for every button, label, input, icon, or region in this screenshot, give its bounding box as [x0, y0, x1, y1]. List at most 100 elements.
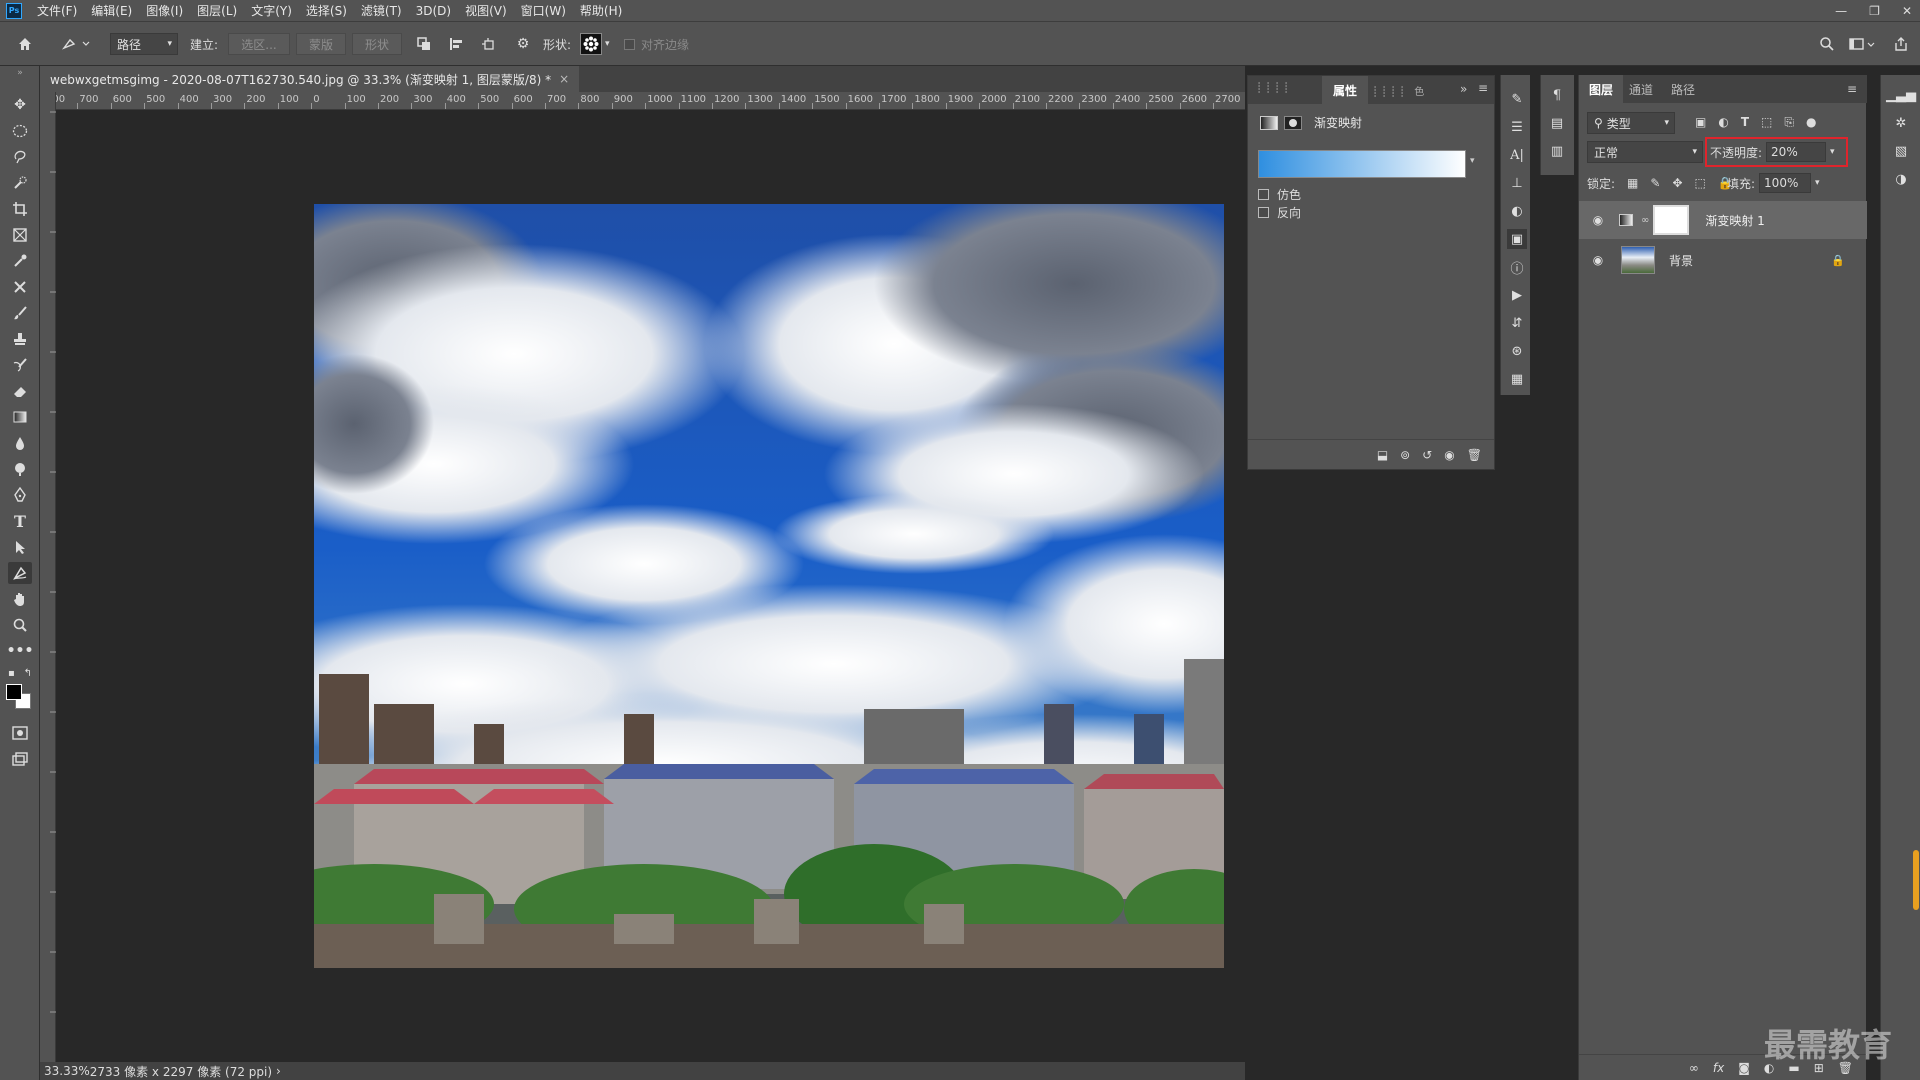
view-previous-state-icon[interactable]: ⊚ — [1400, 448, 1410, 462]
clone-stamp-tool-icon[interactable] — [8, 328, 32, 350]
fill-input[interactable]: 100% — [1759, 173, 1812, 193]
eyedropper-tool-icon[interactable] — [8, 250, 32, 272]
dodge-tool-icon[interactable] — [8, 458, 32, 480]
blur-tool-icon[interactable] — [8, 432, 32, 454]
layer-mask-icon[interactable] — [1284, 115, 1302, 130]
pen-tool-icon[interactable] — [8, 484, 32, 506]
document-tab[interactable]: webwxgetmsgimg - 2020-08-07T162730.540.j… — [40, 66, 580, 92]
chevron-right-icon[interactable]: › — [276, 1064, 281, 1078]
layer-name[interactable]: 渐变映射 1 — [1705, 212, 1764, 229]
freeform-pen-tool-icon[interactable] — [8, 562, 32, 584]
make-shape-button[interactable]: 形状 — [352, 33, 402, 55]
menu-image[interactable]: 图像(I) — [139, 2, 190, 19]
make-selection-button[interactable]: 选区... — [228, 33, 290, 55]
marquee-tool-icon[interactable] — [8, 120, 32, 142]
clone-source-icon[interactable]: ⊥ — [1507, 173, 1527, 193]
add-mask-icon[interactable]: ◙ — [1738, 1061, 1750, 1075]
eraser-tool-icon[interactable] — [8, 380, 32, 402]
lasso-tool-icon[interactable] — [8, 146, 32, 168]
tool-mode-select[interactable]: 路径 ▾ — [110, 33, 178, 55]
libraries-icon[interactable]: ▣ — [1507, 229, 1527, 249]
screen-mode-icon[interactable] — [8, 748, 32, 770]
align-edges-option[interactable]: 对齐边缘 — [624, 22, 689, 66]
paragraph-styles-icon[interactable]: ▤ — [1547, 113, 1567, 133]
minimize-icon[interactable]: — — [1835, 4, 1847, 18]
search-icon[interactable] — [1816, 33, 1838, 55]
menu-view[interactable]: 视图(V) — [458, 2, 514, 19]
close-tab-icon[interactable]: × — [559, 72, 569, 86]
swap-colors-icon[interactable]: ▪ ↰ — [8, 666, 32, 680]
restore-icon[interactable]: ❐ — [1869, 4, 1880, 18]
hand-tool-icon[interactable] — [8, 588, 32, 610]
freeform-pen-tool-preset-icon[interactable] — [58, 33, 94, 55]
more-panel-tabs-icon[interactable]: ┊┊┊┊ 色 — [1372, 83, 1427, 98]
history-brush-tool-icon[interactable] — [8, 354, 32, 376]
quick-selection-tool-icon[interactable] — [8, 172, 32, 194]
tab-channels[interactable]: 通道 — [1629, 75, 1653, 103]
lock-transparent-icon[interactable]: ▦ — [1627, 176, 1638, 190]
layer-row-background[interactable]: ◉ 背景 🔒 — [1579, 241, 1867, 279]
menu-type[interactable]: 文字(Y) — [244, 2, 299, 19]
home-icon[interactable] — [14, 33, 36, 55]
chevron-down-icon[interactable]: ▾ — [1815, 178, 1820, 188]
layer-name[interactable]: 背景 — [1669, 252, 1693, 269]
history-icon[interactable]: ⇵ — [1507, 313, 1527, 333]
color-icon[interactable]: ◑ — [1891, 169, 1911, 189]
collapse-toolbar-icon[interactable]: » — [8, 68, 32, 78]
gradient-preview[interactable] — [1258, 150, 1466, 178]
menu-layer[interactable]: 图层(L) — [190, 2, 244, 19]
shape-filter-icon[interactable]: ⬚ — [1761, 115, 1772, 130]
info-icon[interactable]: ⓘ — [1507, 257, 1527, 277]
lock-pixels-icon[interactable]: ✎ — [1650, 176, 1660, 190]
zoom-level[interactable]: 33.33% — [44, 1064, 90, 1078]
visibility-eye-icon[interactable]: ◉ — [1587, 252, 1609, 268]
tab-paths[interactable]: 路径 — [1671, 75, 1695, 103]
frame-tool-icon[interactable] — [8, 224, 32, 246]
custom-shape-picker[interactable] — [580, 33, 602, 55]
adjustments-icon[interactable]: ☰ — [1507, 117, 1527, 137]
navigator-icon[interactable]: ✲ — [1891, 113, 1911, 133]
trash-icon[interactable]: 🗑 — [1467, 448, 1482, 462]
layer-filter-select[interactable]: ⚲ 类型 ▾ — [1587, 112, 1675, 134]
quick-mask-icon[interactable] — [8, 722, 32, 744]
opacity-input[interactable]: 20% — [1766, 142, 1827, 162]
table-icon[interactable]: ▦ — [1507, 369, 1527, 389]
foreground-color-swatch[interactable] — [6, 684, 22, 700]
crop-tool-icon[interactable] — [8, 198, 32, 220]
zoom-tool-icon[interactable] — [8, 614, 32, 636]
fx-icon[interactable]: fx — [1713, 1061, 1724, 1075]
shapes-icon[interactable]: ◐ — [1507, 201, 1527, 221]
brush-tool-icon[interactable] — [8, 302, 32, 324]
character-icon[interactable]: A| — [1507, 145, 1527, 165]
scrollbar-handle[interactable] — [1913, 850, 1919, 910]
3d-icon[interactable]: ⊛ — [1507, 341, 1527, 361]
panel-menu-icon[interactable]: ≡ — [1478, 81, 1488, 95]
menu-window[interactable]: 窗口(W) — [514, 2, 573, 19]
document-image[interactable] — [314, 204, 1224, 968]
filter-toggle-icon[interactable]: ● — [1806, 115, 1816, 130]
menu-edit[interactable]: 编辑(E) — [84, 2, 139, 19]
type-tool-icon[interactable]: T — [8, 510, 32, 532]
more-tools-icon[interactable]: ••• — [7, 640, 34, 662]
make-mask-button[interactable]: 蒙版 — [296, 33, 346, 55]
healing-brush-tool-icon[interactable] — [8, 276, 32, 298]
tab-properties[interactable]: 属性 — [1322, 76, 1368, 104]
menu-filter[interactable]: 滤镜(T) — [354, 2, 409, 19]
reset-icon[interactable]: ↺ — [1422, 448, 1432, 462]
chevron-down-icon[interactable]: ▾ — [1470, 156, 1475, 166]
panel-menu-icon[interactable]: ≡ — [1847, 75, 1857, 103]
tab-layers[interactable]: 图层 — [1579, 75, 1623, 103]
link-chain-icon[interactable]: ∞ — [1641, 215, 1649, 226]
path-selection-tool-icon[interactable] — [8, 536, 32, 558]
layer-mask-thumbnail[interactable] — [1653, 205, 1690, 235]
notes-icon[interactable]: ▥ — [1547, 141, 1567, 161]
blend-mode-select[interactable]: 正常 ▾ — [1587, 141, 1703, 163]
menu-select[interactable]: 选择(S) — [299, 2, 354, 19]
chevron-down-icon[interactable]: ▾ — [1830, 147, 1835, 157]
path-arrangement-icon[interactable] — [477, 33, 499, 55]
opacity-control[interactable]: 不透明度: 20% ▾ — [1710, 141, 1835, 163]
gradient-tool-icon[interactable] — [8, 406, 32, 428]
layer-row-gradient-map[interactable]: ◉ ∞ 渐变映射 1 — [1579, 201, 1867, 239]
move-tool-icon[interactable]: ✥ — [8, 94, 32, 116]
reverse-checkbox[interactable] — [1258, 207, 1269, 218]
